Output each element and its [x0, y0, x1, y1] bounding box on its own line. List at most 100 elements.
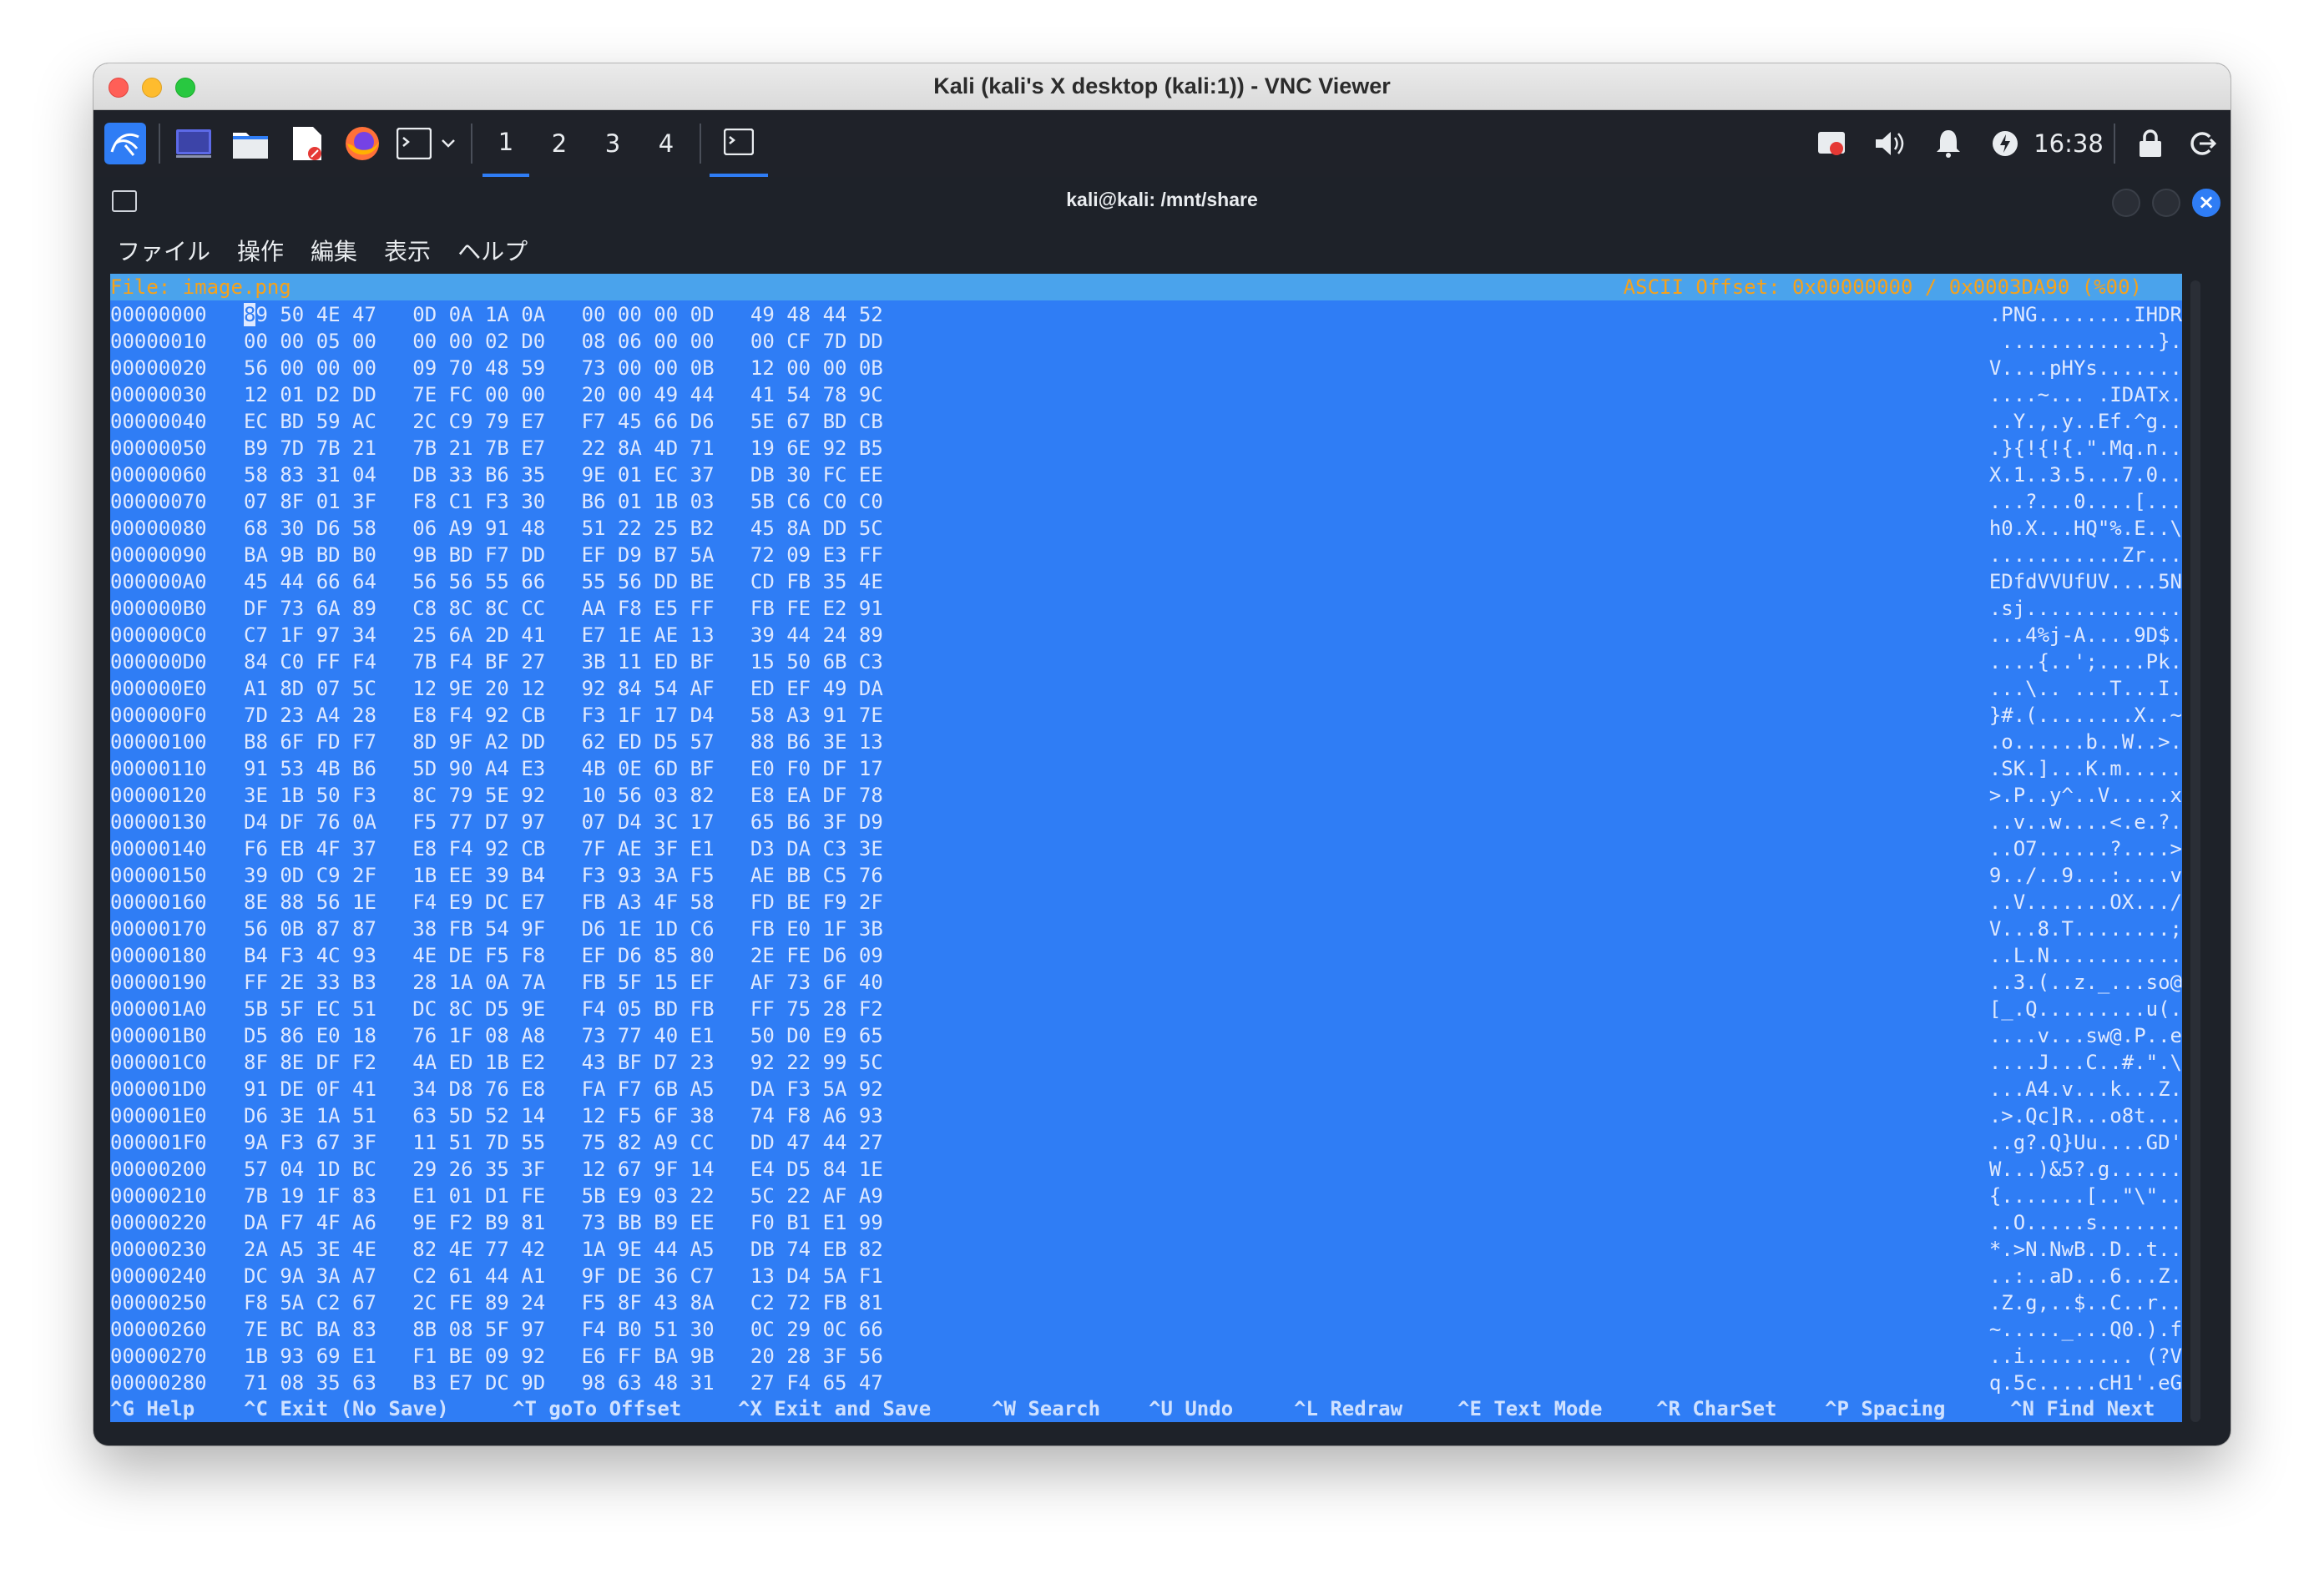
row-hex-bytes[interactable]: 84 C0 FF F4 7B F4 BF 27 3B 11 ED BF 15 5… — [244, 650, 883, 674]
hex-row[interactable]: 000001B0 D5 86 E0 18 76 1F 08 A8 73 77 40… — [110, 1022, 2182, 1048]
row-hex-bytes[interactable]: FF 2E 33 B3 28 1A 0A 7A FB 5F 15 EF AF 7… — [244, 971, 883, 994]
terminal-button[interactable] — [392, 110, 436, 177]
row-ascii[interactable]: h0.X...HQ"%.E..\ — [1989, 517, 2182, 540]
row-ascii[interactable]: ..:..aD...6...Z. — [1989, 1264, 2182, 1288]
row-ascii[interactable]: ...\.. ...T...I. — [1989, 677, 2182, 700]
row-ascii[interactable]: [_.Q.........u(. — [1989, 997, 2182, 1021]
row-hex-bytes[interactable]: 91 53 4B B6 5D 90 A4 E3 4B 0E 6D BF E0 F… — [244, 757, 883, 780]
terminal-maximize-button[interactable] — [2152, 189, 2180, 217]
row-ascii[interactable]: ..Y.,.y..Ef.^g.. — [1989, 410, 2182, 433]
terminal-close-button[interactable]: × — [2192, 189, 2220, 217]
row-ascii[interactable]: ...4%j-A....9D$. — [1989, 623, 2182, 647]
row-hex-bytes[interactable]: D4 DF 76 0A F5 77 D7 97 07 D4 3C 17 65 B… — [244, 810, 883, 834]
workspace-2[interactable]: 2 — [536, 110, 583, 177]
hex-row[interactable]: 00000020 56 00 00 00 09 70 48 59 73 00 00… — [110, 354, 2182, 381]
text-editor-button[interactable] — [284, 110, 331, 177]
volume-button[interactable] — [1867, 110, 1913, 177]
row-hex-bytes[interactable]: A1 8D 07 5C 12 9E 20 12 92 84 54 AF ED E… — [244, 677, 883, 700]
row-ascii[interactable]: }#.(........X..~ — [1989, 704, 2182, 727]
row-ascii[interactable]: ..O7......?....> — [1989, 837, 2182, 860]
hex-row[interactable]: 00000220 DA F7 4F A6 9E F2 B9 81 73 BB B9… — [110, 1208, 2182, 1235]
hex-row[interactable]: 00000060 58 83 31 04 DB 33 B6 35 9E 01 EC… — [110, 461, 2182, 487]
row-hex-bytes[interactable]: 7E BC BA 83 8B 08 5F 97 F4 B0 51 30 0C 2… — [244, 1318, 883, 1341]
row-ascii[interactable]: ..L.N........... — [1989, 944, 2182, 967]
row-hex-bytes[interactable]: 56 0B 87 87 38 FB 54 9F D6 1E 1D C6 FB E… — [244, 917, 883, 941]
hex-row[interactable]: 00000190 FF 2E 33 B3 28 1A 0A 7A FB 5F 15… — [110, 968, 2182, 995]
hex-row[interactable]: 00000210 7B 19 1F 83 E1 01 D1 FE 5B E9 03… — [110, 1182, 2182, 1208]
row-ascii[interactable]: ....J...C..#.".\ — [1989, 1051, 2182, 1074]
hex-editor[interactable]: File: image.png ASCII Offset: 0x00000000… — [110, 274, 2182, 1422]
security-tray-button[interactable] — [1808, 110, 1855, 177]
row-ascii[interactable]: ..g?.Q}Uu....GD' — [1989, 1131, 2182, 1154]
row-hex-bytes[interactable]: 89 50 4E 47 0D 0A 1A 0A 00 00 00 0D 49 4… — [244, 303, 883, 326]
row-hex-bytes[interactable]: DA F7 4F A6 9E F2 B9 81 73 BB B9 EE F0 B… — [244, 1211, 883, 1234]
hex-row[interactable]: 00000090 BA 9B BD B0 9B BD F7 DD EF D9 B7… — [110, 541, 2182, 568]
row-ascii[interactable]: q.5c.....cH1'.eG — [1989, 1371, 2182, 1395]
hex-row[interactable]: 000001A0 5B 5F EC 51 DC 8C D5 9E F4 05 BD… — [110, 995, 2182, 1022]
hex-row[interactable]: 00000160 8E 88 56 1E F4 E9 DC E7 FB A3 4F… — [110, 888, 2182, 915]
hex-row[interactable]: 00000150 39 0D C9 2F 1B EE 39 B4 F3 93 3A… — [110, 861, 2182, 888]
row-hex-bytes[interactable]: 91 DE 0F 41 34 D8 76 E8 FA F7 6B A5 DA F… — [244, 1077, 883, 1101]
hex-row[interactable]: 00000070 07 8F 01 3F F8 C1 F3 30 B6 01 1B… — [110, 487, 2182, 514]
hex-row[interactable]: 000000B0 DF 73 6A 89 C8 8C 8C CC AA F8 E5… — [110, 594, 2182, 621]
hex-row[interactable]: 00000130 D4 DF 76 0A F5 77 D7 97 07 D4 3C… — [110, 808, 2182, 835]
row-ascii[interactable]: {.......[.."\".. — [1989, 1184, 2182, 1208]
row-hex-bytes[interactable]: 3E 1B 50 F3 8C 79 5E 92 10 56 03 82 E8 E… — [244, 784, 883, 807]
row-hex-bytes[interactable]: 7B 19 1F 83 E1 01 D1 FE 5B E9 03 22 5C 2… — [244, 1184, 883, 1208]
row-hex-bytes[interactable]: 45 44 66 64 56 56 55 66 55 56 DD BE CD F… — [244, 570, 883, 593]
row-ascii[interactable]: .o......b..W..>. — [1989, 730, 2182, 754]
taskbar-terminal-window[interactable] — [710, 110, 768, 177]
row-ascii[interactable]: >.P..y^..V.....x — [1989, 784, 2182, 807]
row-ascii[interactable]: .PNG........IHDR — [1989, 303, 2182, 326]
row-hex-bytes[interactable]: 39 0D C9 2F 1B EE 39 B4 F3 93 3A F5 AE B… — [244, 864, 883, 887]
row-ascii[interactable]: ....~... .IDATx. — [1989, 383, 2182, 406]
menu-edit[interactable]: 編集 — [311, 234, 357, 267]
row-ascii[interactable]: .sj............. — [1989, 597, 2182, 620]
row-ascii[interactable]: V...8.T........; — [1989, 917, 2182, 941]
hex-row[interactable]: 00000030 12 01 D2 DD 7E FC 00 00 20 00 49… — [110, 381, 2182, 407]
lock-screen-button[interactable] — [2127, 110, 2174, 177]
hex-row[interactable]: 00000100 B8 6F FD F7 8D 9F A2 DD 62 ED D5… — [110, 728, 2182, 754]
row-hex-bytes[interactable]: D5 86 E0 18 76 1F 08 A8 73 77 40 E1 50 D… — [244, 1024, 883, 1047]
row-ascii[interactable]: ~....._...Q0.).f — [1989, 1318, 2182, 1341]
row-hex-bytes[interactable]: 00 00 05 00 00 00 02 D0 08 06 00 00 00 C… — [244, 330, 883, 353]
workspace-4[interactable]: 4 — [643, 110, 690, 177]
row-hex-bytes[interactable]: 58 83 31 04 DB 33 B6 35 9E 01 EC 37 DB 3… — [244, 463, 883, 487]
row-ascii[interactable]: *.>N.NwB..D..t.. — [1989, 1238, 2182, 1261]
menu-help[interactable]: ヘルプ — [457, 234, 528, 267]
row-hex-bytes[interactable]: D6 3E 1A 51 63 5D 52 14 12 F5 6F 38 74 F… — [244, 1104, 883, 1128]
logout-button[interactable] — [2179, 110, 2225, 177]
row-hex-bytes[interactable]: F8 5A C2 67 2C FE 89 24 F5 8F 43 8A C2 7… — [244, 1291, 883, 1314]
launcher-dropdown[interactable] — [436, 110, 461, 177]
row-hex-bytes[interactable]: 8E 88 56 1E F4 E9 DC E7 FB A3 4F 58 FD B… — [244, 890, 883, 914]
row-ascii[interactable]: ....{..';....Pk. — [1989, 650, 2182, 674]
row-hex-bytes[interactable]: 1B 93 69 E1 F1 BE 09 92 E6 FF BA 9B 20 2… — [244, 1344, 883, 1368]
hex-row[interactable]: 00000010 00 00 05 00 00 00 02 D0 08 06 00… — [110, 327, 2182, 354]
hex-row[interactable]: 000001D0 91 DE 0F 41 34 D8 76 E8 FA F7 6B… — [110, 1075, 2182, 1102]
power-tray-button[interactable] — [1982, 110, 2028, 177]
hex-row[interactable]: 00000250 F8 5A C2 67 2C FE 89 24 F5 8F 43… — [110, 1289, 2182, 1315]
hex-row[interactable]: 00000080 68 30 D6 58 06 A9 91 48 51 22 25… — [110, 514, 2182, 541]
row-ascii[interactable]: ...?...0....[... — [1989, 490, 2182, 513]
row-hex-bytes[interactable]: 9A F3 67 3F 11 51 7D 55 75 82 A9 CC DD 4… — [244, 1131, 883, 1154]
desktop-button[interactable] — [170, 110, 217, 177]
hex-row[interactable]: 000000E0 A1 8D 07 5C 12 9E 20 12 92 84 54… — [110, 674, 2182, 701]
row-ascii[interactable]: .>.Qc]R...o8t... — [1989, 1104, 2182, 1128]
row-ascii[interactable]: .............}. — [2001, 330, 2182, 353]
hex-row[interactable]: 00000140 F6 EB 4F 37 E8 F4 92 CB 7F AE 3F… — [110, 835, 2182, 861]
workspace-3[interactable]: 3 — [589, 110, 636, 177]
notifications-button[interactable] — [1925, 110, 1972, 177]
hex-row[interactable]: 000000A0 45 44 66 64 56 56 55 66 55 56 DD… — [110, 568, 2182, 594]
hex-row[interactable]: 00000040 EC BD 59 AC 2C C9 79 E7 F7 45 66… — [110, 407, 2182, 434]
row-ascii[interactable]: ..3.(..z._...so@ — [1989, 971, 2182, 994]
hex-row[interactable]: 000000F0 7D 23 A4 28 E8 F4 92 CB F3 1F 17… — [110, 701, 2182, 728]
row-ascii[interactable]: ...A4.v...k...Z. — [1989, 1077, 2182, 1101]
menu-file[interactable]: ファイル — [117, 234, 210, 267]
hex-row[interactable]: 00000110 91 53 4B B6 5D 90 A4 E3 4B 0E 6D… — [110, 754, 2182, 781]
hex-row[interactable]: 00000240 DC 9A 3A A7 C2 61 44 A1 9F DE 36… — [110, 1262, 2182, 1289]
hex-row[interactable]: 00000270 1B 93 69 E1 F1 BE 09 92 E6 FF BA… — [110, 1342, 2182, 1369]
hex-row[interactable]: 000001C0 8F 8E DF F2 4A ED 1B E2 43 BF D7… — [110, 1048, 2182, 1075]
row-hex-bytes[interactable]: 2A A5 3E 4E 82 4E 77 42 1A 9E 44 A5 DB 7… — [244, 1238, 883, 1261]
kali-menu-button[interactable] — [102, 110, 149, 177]
firefox-button[interactable] — [339, 110, 386, 177]
